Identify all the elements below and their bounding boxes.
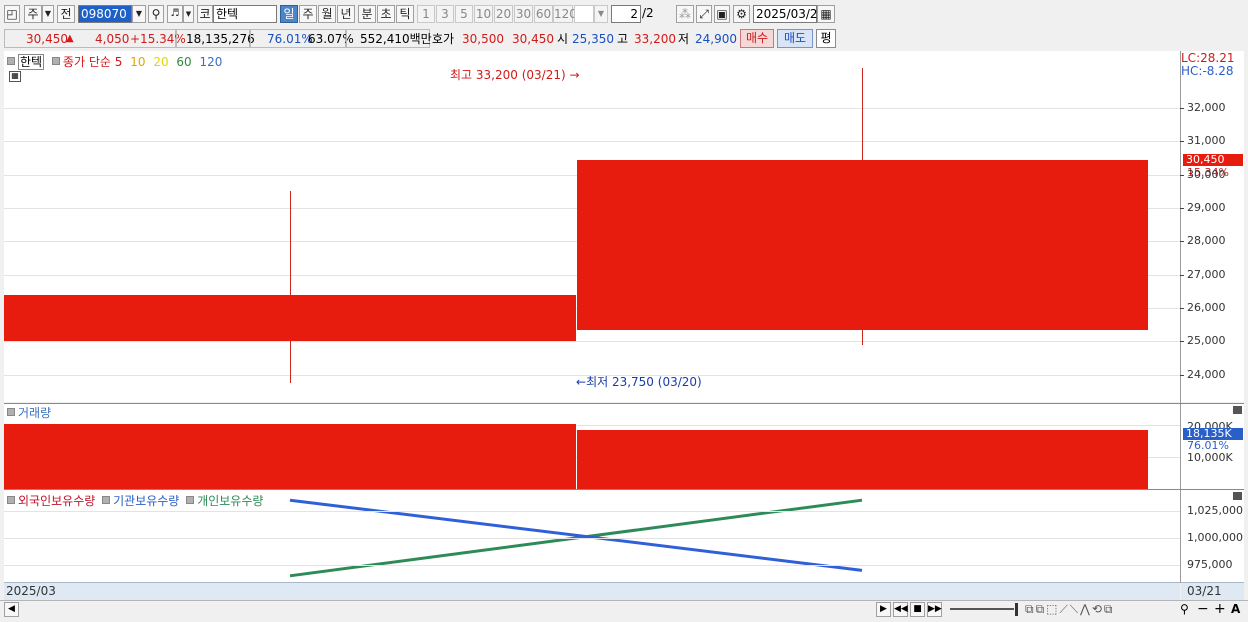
price-tick-label: 26,000: [1187, 301, 1226, 314]
volume-bar[interactable]: [577, 430, 1148, 489]
auto-scale-icon[interactable]: A: [1231, 602, 1240, 616]
price-tick-label: 29,000: [1187, 201, 1226, 214]
price-tick-label: 30,000: [1187, 168, 1226, 181]
price-tick-label: 28,000: [1187, 234, 1226, 247]
price-gridline: [4, 141, 1180, 142]
fast-forward-icon[interactable]: ▶▶: [927, 602, 942, 617]
volume-bar[interactable]: [4, 423, 576, 489]
price-tick-mark: [1180, 108, 1184, 109]
candle-body[interactable]: [4, 294, 576, 342]
x-axis-end-label: 03/21: [1187, 584, 1222, 598]
price-tick-mark: [1180, 375, 1184, 376]
price-tick-mark: [1180, 308, 1184, 309]
candle-wick: [290, 191, 291, 384]
scroll-right-icon[interactable]: ▶: [876, 602, 891, 617]
price-tick-label: 24,000: [1187, 368, 1226, 381]
holdings-gridline: [4, 511, 1180, 512]
drawing-tools-icons[interactable]: ⧉⧉⬚⟋⟍⋀⟲⧉: [1025, 602, 1115, 617]
zoom-out-icon[interactable]: −: [1197, 601, 1209, 617]
zoom-in-icon[interactable]: +: [1214, 601, 1226, 617]
holdings-gridline: [4, 565, 1180, 566]
zoom-search-icon[interactable]: ⚲: [1180, 602, 1189, 616]
price-tick-mark: [1180, 275, 1184, 276]
price-tick-label: 25,000: [1187, 334, 1226, 347]
stop-icon[interactable]: ■: [910, 602, 925, 617]
price-gridline: [4, 108, 1180, 109]
price-tick-mark: [1180, 208, 1184, 209]
price-tick-label: 32,000: [1187, 101, 1226, 114]
price-gridline: [4, 375, 1180, 376]
price-tick-mark: [1180, 241, 1184, 242]
zoom-slider-track[interactable]: [950, 608, 1014, 610]
x-axis-start-label: 2025/03: [6, 584, 56, 598]
price-tick-label: 27,000: [1187, 268, 1226, 281]
price-tick-mark: [1180, 141, 1184, 142]
holdings-gridline: [4, 538, 1180, 539]
price-tick-label: 31,000: [1187, 134, 1226, 147]
scroll-left-icon[interactable]: ◀: [4, 602, 19, 617]
price-tick-mark: [1180, 175, 1184, 176]
rewind-icon[interactable]: ◀◀: [893, 602, 908, 617]
candle-body[interactable]: [577, 159, 1148, 330]
zoom-slider-handle[interactable]: [1015, 603, 1018, 616]
price-tick-mark: [1180, 341, 1184, 342]
x-axis-bar: [4, 582, 1180, 600]
